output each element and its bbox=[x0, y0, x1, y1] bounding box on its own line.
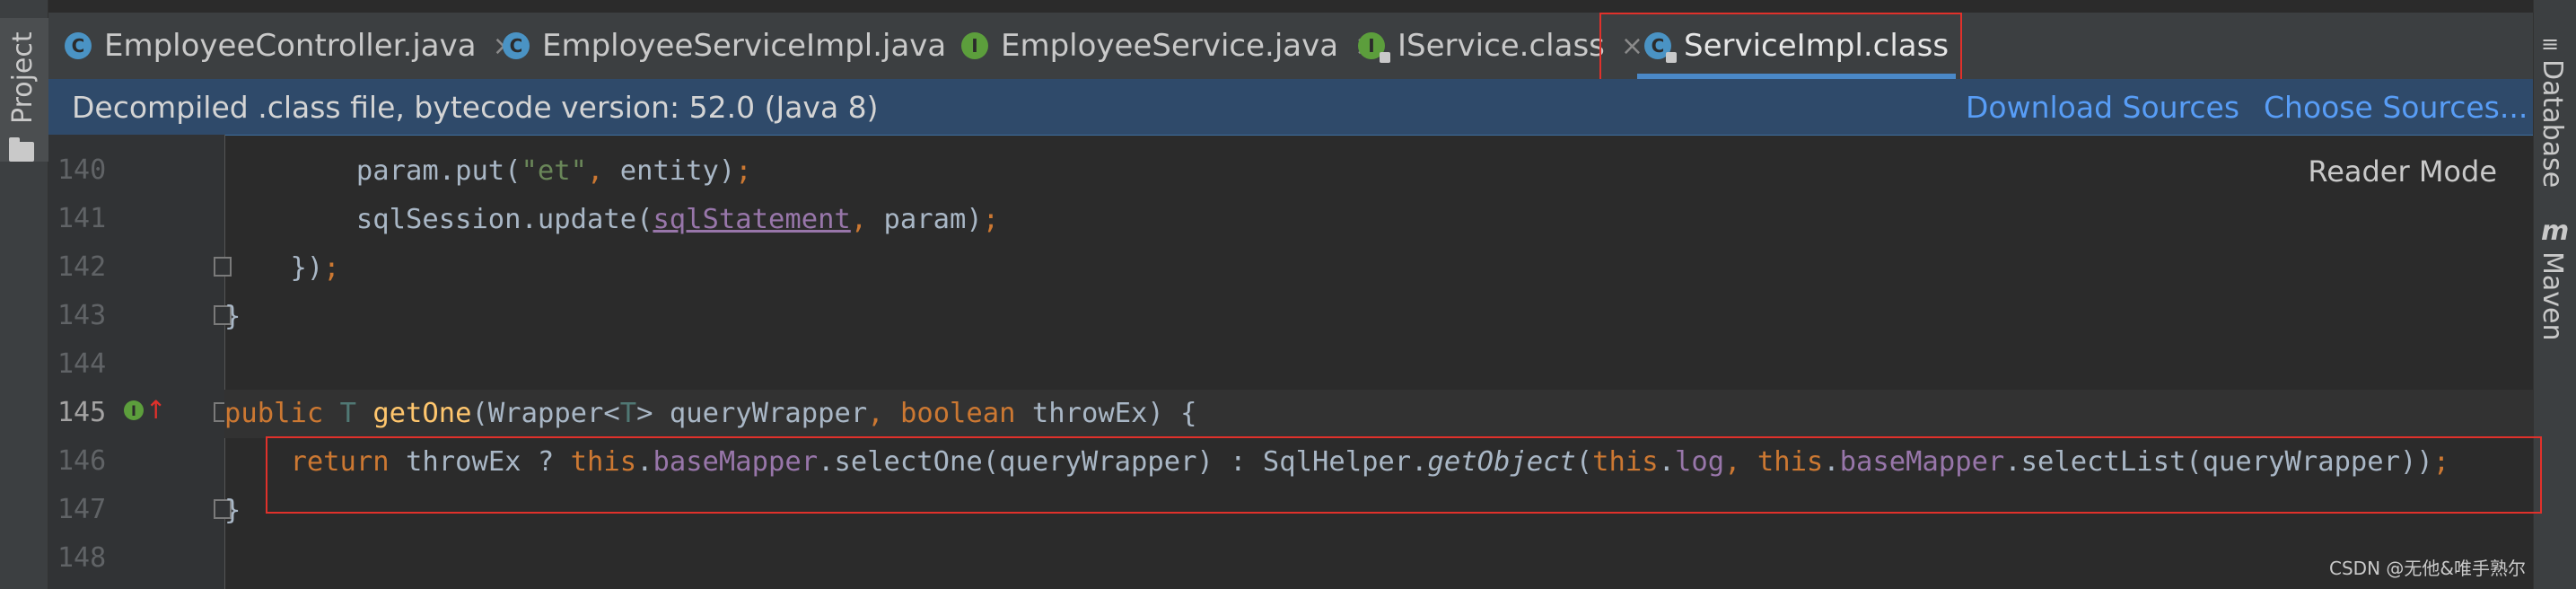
interface-icon: I bbox=[1358, 32, 1390, 63]
tab-label: EmployeeService.java bbox=[1001, 28, 1339, 64]
line-number: 142 bbox=[57, 251, 107, 283]
line-number-gutter: 140 141 142 143 144 145 146 147 148 I ↑ bbox=[48, 135, 232, 589]
maven-tool-label: Maven bbox=[2537, 251, 2568, 341]
folder-icon bbox=[9, 137, 34, 162]
download-sources-link[interactable]: Download Sources bbox=[1966, 90, 2239, 125]
line-number: 144 bbox=[57, 348, 107, 380]
decompiled-banner: Decompiled .class file, bytecode version… bbox=[48, 79, 2533, 136]
project-tool-label: Project bbox=[7, 31, 39, 124]
maven-tool-button[interactable]: m Maven bbox=[2537, 215, 2570, 341]
tab-label: ServiceImpl.class bbox=[1684, 28, 1950, 64]
tab-label: EmployeeServiceImpl.java bbox=[542, 28, 947, 64]
database-tool-label: Database bbox=[2537, 59, 2568, 189]
left-tool-strip: Project bbox=[0, 0, 48, 589]
line-number: 141 bbox=[57, 203, 107, 234]
code-line-147: } bbox=[224, 495, 241, 526]
tab-employee-service-impl[interactable]: C EmployeeServiceImpl.java × bbox=[503, 13, 985, 79]
code-editor[interactable]: param.put("et", entity); sqlSession.upda… bbox=[224, 135, 2533, 589]
code-line-141: sqlSession.update(sqlStatement, param); bbox=[224, 204, 1000, 235]
tab-iservice-class[interactable]: I IService.class × bbox=[1358, 13, 1643, 79]
class-icon: C bbox=[1644, 32, 1677, 63]
banner-message: Decompiled .class file, bytecode version… bbox=[72, 90, 879, 125]
tab-service-impl-class[interactable]: C ServiceImpl.class bbox=[1637, 13, 1957, 79]
line-number: 147 bbox=[57, 494, 107, 525]
class-icon: C bbox=[503, 32, 530, 59]
right-tool-strip: ≡ Database m Maven bbox=[2533, 0, 2576, 589]
tab-label: EmployeeController.java bbox=[104, 28, 477, 64]
line-number: 148 bbox=[57, 542, 107, 574]
code-line-142: }); bbox=[224, 252, 340, 284]
interface-icon: I bbox=[961, 32, 988, 59]
database-tool-button[interactable]: ≡ Database bbox=[2537, 27, 2568, 188]
lock-icon bbox=[1666, 52, 1677, 63]
implements-icon[interactable]: I bbox=[124, 400, 144, 420]
reader-mode-button[interactable]: Reader Mode bbox=[2308, 154, 2497, 189]
tab-employee-controller[interactable]: C EmployeeController.java × bbox=[65, 13, 515, 79]
editor-tab-bar: C EmployeeController.java × C EmployeeSe… bbox=[48, 13, 2533, 80]
project-tool-button[interactable]: Project bbox=[0, 18, 48, 162]
lock-icon bbox=[1380, 52, 1390, 63]
line-number: 140 bbox=[57, 154, 107, 186]
line-number: 146 bbox=[57, 445, 107, 477]
code-line-146: return throwEx ? this.baseMapper.selectO… bbox=[290, 446, 2450, 478]
tab-label: IService.class bbox=[1398, 28, 1605, 64]
maven-icon: m bbox=[2541, 215, 2570, 247]
class-icon: C bbox=[65, 32, 92, 59]
line-number: 143 bbox=[57, 300, 107, 331]
code-line-145: public T getOne(Wrapper<T> queryWrapper,… bbox=[224, 390, 2533, 438]
watermark: CSDN @无他&唯手熟尔 bbox=[2329, 558, 2526, 579]
override-arrow-icon[interactable]: ↑ bbox=[145, 395, 166, 425]
code-line-143: } bbox=[224, 301, 241, 332]
tab-employee-service[interactable]: I EmployeeService.java × bbox=[961, 13, 1377, 79]
database-icon: ≡ bbox=[2541, 31, 2560, 57]
choose-sources-link[interactable]: Choose Sources... bbox=[2264, 90, 2528, 125]
code-line-140: param.put("et", entity); bbox=[224, 155, 752, 187]
